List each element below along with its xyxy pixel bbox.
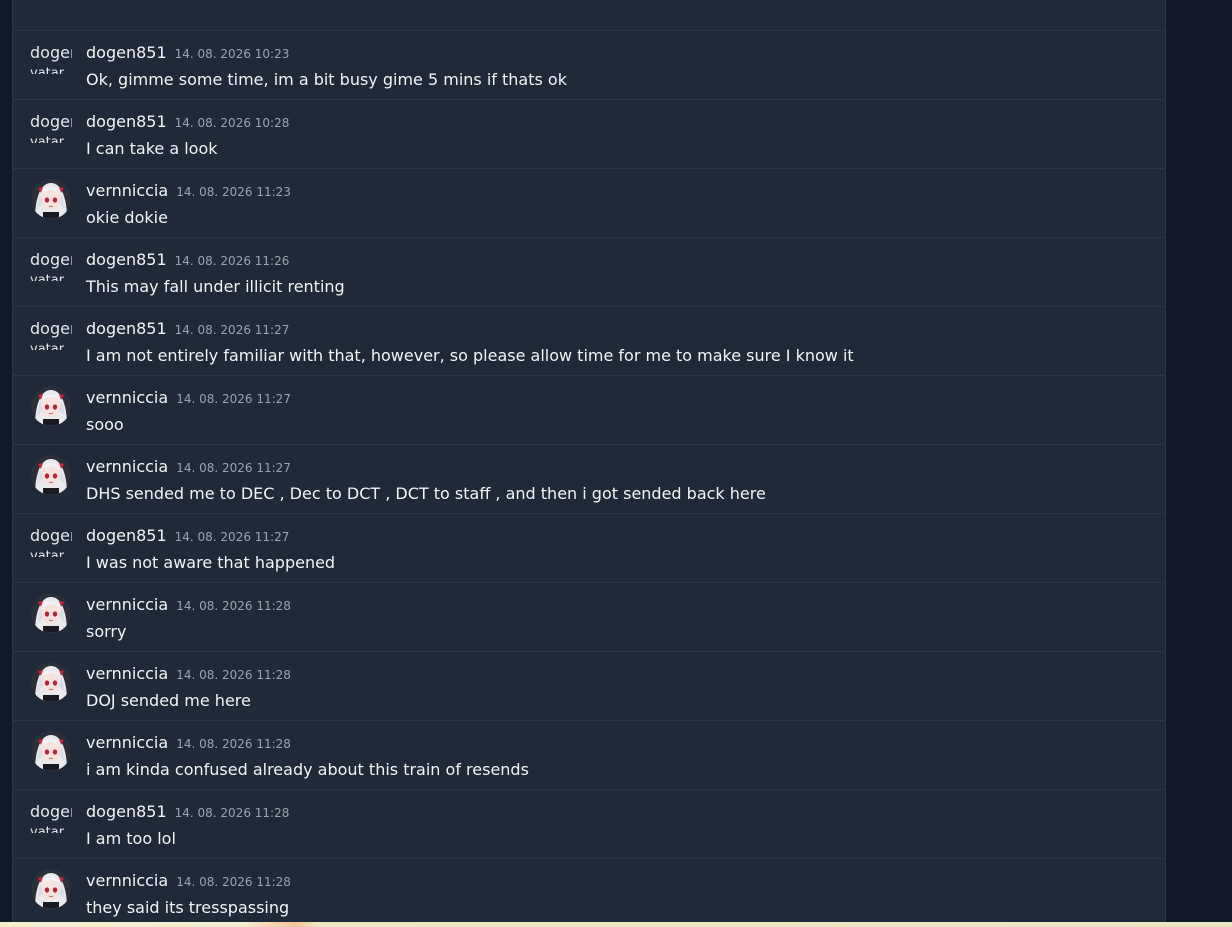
avatar-alt-text-line2: vatar bbox=[30, 825, 65, 833]
message-header: dogen851 14. 08. 2026 10:23 bbox=[86, 43, 289, 62]
chat-message[interactable]: dogen vatar dogen851 14. 08. 2026 11:28 I am… bbox=[13, 790, 1165, 859]
message-header: dogen851 14. 08. 2026 11:27 bbox=[86, 526, 289, 545]
previous-message-partial bbox=[13, 0, 1165, 31]
avatar-alt-text: dogen bbox=[30, 319, 72, 338]
user-avatar[interactable] bbox=[31, 869, 71, 909]
timestamp: 14. 08. 2026 11:27 bbox=[176, 392, 291, 406]
message-header: vernniccia 14. 08. 2026 11:28 bbox=[86, 664, 291, 683]
chat-message[interactable]: dogen vatar dogen851 14. 08. 2026 11:27 I wa… bbox=[13, 514, 1165, 583]
message-header: dogen851 14. 08. 2026 11:26 bbox=[86, 250, 289, 269]
user-avatar-broken[interactable]: dogen vatar bbox=[30, 526, 72, 566]
chat-message[interactable]: dogen vatar dogen851 14. 08. 2026 11:27 I am… bbox=[13, 307, 1165, 376]
timestamp: 14. 08. 2026 10:28 bbox=[174, 116, 290, 130]
timestamp: 14. 08. 2026 11:23 bbox=[176, 185, 291, 199]
message-text: sorry bbox=[86, 622, 127, 641]
user-avatar[interactable] bbox=[31, 731, 71, 771]
timestamp: 14. 08. 2026 11:26 bbox=[174, 254, 290, 268]
chat-message[interactable]: vernniccia 14. 08. 2026 11:28 i am kinda c… bbox=[13, 721, 1165, 790]
message-list: dogen vatar dogen851 14. 08. 2026 10:23 Ok, … bbox=[13, 31, 1165, 922]
message-header: vernniccia 14. 08. 2026 11:28 bbox=[86, 871, 291, 890]
timestamp: 14. 08. 2026 11:28 bbox=[176, 599, 291, 613]
user-avatar-broken[interactable]: dogen vatar bbox=[30, 802, 72, 842]
avatar-alt-text: dogen bbox=[30, 112, 72, 131]
user-avatar[interactable] bbox=[31, 593, 71, 633]
user-avatar[interactable] bbox=[31, 662, 71, 702]
message-header: vernniccia 14. 08. 2026 11:27 bbox=[86, 388, 291, 407]
chat-message[interactable]: dogen vatar dogen851 14. 08. 2026 11:26 This… bbox=[13, 238, 1165, 307]
avatar-alt-text-line2: vatar bbox=[30, 273, 65, 281]
user-avatar-broken[interactable]: dogen vatar bbox=[30, 43, 72, 83]
message-header: vernniccia 14. 08. 2026 11:28 bbox=[86, 733, 291, 752]
avatar-alt-text-line2: vatar bbox=[30, 342, 65, 350]
timestamp: 14. 08. 2026 11:27 bbox=[176, 461, 291, 475]
avatar-alt-text: dogen bbox=[30, 250, 72, 269]
avatar-alt-text: dogen bbox=[30, 526, 72, 545]
user-avatar[interactable] bbox=[31, 386, 71, 426]
chat-message[interactable]: vernniccia 14. 08. 2026 11:27 DHS sended m… bbox=[13, 445, 1165, 514]
timestamp: 14. 08. 2026 11:28 bbox=[176, 737, 291, 751]
user-avatar[interactable] bbox=[31, 455, 71, 495]
timestamp: 14. 08. 2026 10:23 bbox=[174, 47, 290, 61]
message-header: dogen851 14. 08. 2026 11:28 bbox=[86, 802, 289, 821]
username[interactable]: vernniccia bbox=[86, 181, 168, 200]
message-text: sooo bbox=[86, 415, 124, 434]
user-avatar-broken[interactable]: dogen vatar bbox=[30, 250, 72, 290]
username[interactable]: dogen851 bbox=[86, 43, 167, 62]
message-header: vernniccia 14. 08. 2026 11:28 bbox=[86, 595, 291, 614]
chat-message[interactable]: vernniccia 14. 08. 2026 11:27 sooo bbox=[13, 376, 1165, 445]
username[interactable]: vernniccia bbox=[86, 733, 168, 752]
user-avatar[interactable] bbox=[31, 179, 71, 219]
message-text: they said its tresspassing bbox=[86, 898, 290, 917]
message-text: I can take a look bbox=[86, 139, 218, 158]
message-text: This may fall under illicit renting bbox=[86, 277, 345, 296]
chat-message[interactable]: vernniccia 14. 08. 2026 11:28 DOJ sended m… bbox=[13, 652, 1165, 721]
avatar-alt-text: dogen bbox=[30, 43, 72, 62]
timestamp: 14. 08. 2026 11:27 bbox=[174, 323, 290, 337]
chat-message[interactable]: vernniccia 14. 08. 2026 11:23 okie dokie bbox=[13, 169, 1165, 238]
message-text: I am not entirely familiar with that, ho… bbox=[86, 346, 854, 365]
chat-message[interactable]: vernniccia 14. 08. 2026 11:28 sorry bbox=[13, 583, 1165, 652]
username[interactable]: dogen851 bbox=[86, 250, 167, 269]
timestamp: 14. 08. 2026 11:27 bbox=[174, 530, 290, 544]
message-text: I was not aware that happened bbox=[86, 553, 336, 572]
message-header: dogen851 14. 08. 2026 11:27 bbox=[86, 319, 289, 338]
username[interactable]: dogen851 bbox=[86, 802, 167, 821]
avatar-alt-text-line2: vatar bbox=[30, 549, 65, 557]
timestamp: 14. 08. 2026 11:28 bbox=[174, 806, 290, 820]
message-header: vernniccia 14. 08. 2026 11:23 bbox=[86, 181, 291, 200]
timestamp: 14. 08. 2026 11:28 bbox=[176, 875, 291, 889]
username[interactable]: vernniccia bbox=[86, 595, 168, 614]
username[interactable]: vernniccia bbox=[86, 664, 168, 683]
username[interactable]: dogen851 bbox=[86, 526, 167, 545]
timestamp: 14. 08. 2026 11:28 bbox=[176, 668, 291, 682]
avatar-alt-text-line2: vatar bbox=[30, 66, 65, 74]
chat-message[interactable]: dogen vatar dogen851 14. 08. 2026 10:23 Ok, … bbox=[13, 31, 1165, 100]
chat-panel[interactable]: dogen vatar dogen851 14. 08. 2026 10:23 Ok, … bbox=[12, 0, 1166, 922]
message-text: I am too lol bbox=[86, 829, 176, 848]
user-avatar-broken[interactable]: dogen vatar bbox=[30, 319, 72, 359]
message-text: DHS sended me to DEC , Dec to DCT , DCT … bbox=[86, 484, 766, 503]
message-text: i am kinda confused already about this t… bbox=[86, 760, 529, 779]
username[interactable]: dogen851 bbox=[86, 112, 167, 131]
message-header: vernniccia 14. 08. 2026 11:27 bbox=[86, 457, 291, 476]
message-text: okie dokie bbox=[86, 208, 168, 227]
avatar-alt-text-line2: vatar bbox=[30, 135, 65, 143]
user-avatar-broken[interactable]: dogen vatar bbox=[30, 112, 72, 152]
username[interactable]: vernniccia bbox=[86, 871, 168, 890]
message-text: DOJ sended me here bbox=[86, 691, 251, 710]
message-header: dogen851 14. 08. 2026 10:28 bbox=[86, 112, 289, 131]
username[interactable]: vernniccia bbox=[86, 388, 168, 407]
username[interactable]: vernniccia bbox=[86, 457, 168, 476]
chat-message[interactable]: vernniccia 14. 08. 2026 11:28 they said it… bbox=[13, 859, 1165, 922]
taskbar-strip bbox=[0, 922, 1232, 927]
message-text: Ok, gimme some time, im a bit busy gime … bbox=[86, 70, 567, 89]
avatar-alt-text: dogen bbox=[30, 802, 72, 821]
username[interactable]: dogen851 bbox=[86, 319, 167, 338]
chat-message[interactable]: dogen vatar dogen851 14. 08. 2026 10:28 I ca… bbox=[13, 100, 1165, 169]
